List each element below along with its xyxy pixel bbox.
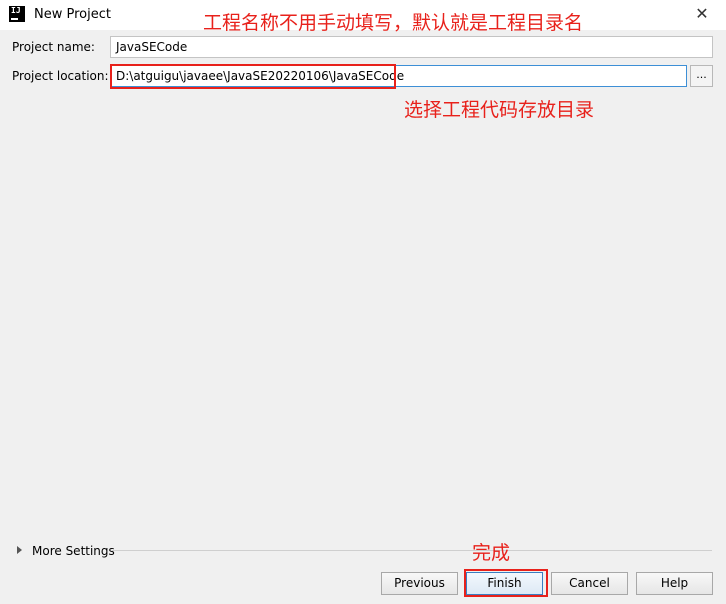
triangle-right-icon bbox=[17, 546, 22, 554]
app-icon-text: IJ bbox=[11, 6, 21, 15]
project-name-label: Project name: bbox=[12, 40, 95, 54]
intellij-idea-icon: IJ bbox=[9, 6, 25, 22]
annotation-location-note: 选择工程代码存放目录 bbox=[404, 99, 595, 121]
annotation-finish-note: 完成 bbox=[472, 542, 511, 564]
close-icon[interactable]: ✕ bbox=[692, 4, 712, 24]
cancel-button[interactable]: Cancel bbox=[551, 572, 628, 595]
project-name-input[interactable]: JavaSECode bbox=[110, 36, 713, 58]
more-settings-divider bbox=[112, 550, 712, 551]
finish-highlight-box bbox=[464, 569, 548, 597]
project-location-label: Project location: bbox=[12, 69, 109, 83]
new-project-dialog: IJ New Project ✕ 工程名称不用手动填写，默认就是工程目录名 Pr… bbox=[0, 0, 726, 604]
location-highlight-box bbox=[110, 64, 396, 89]
help-button[interactable]: Help bbox=[636, 572, 713, 595]
more-settings-label: More Settings bbox=[32, 544, 115, 558]
previous-button[interactable]: Previous bbox=[381, 572, 458, 595]
window-title: New Project bbox=[34, 7, 111, 22]
browse-button[interactable]: ... bbox=[690, 65, 713, 87]
annotation-name-note: 工程名称不用手动填写，默认就是工程目录名 bbox=[203, 12, 584, 34]
